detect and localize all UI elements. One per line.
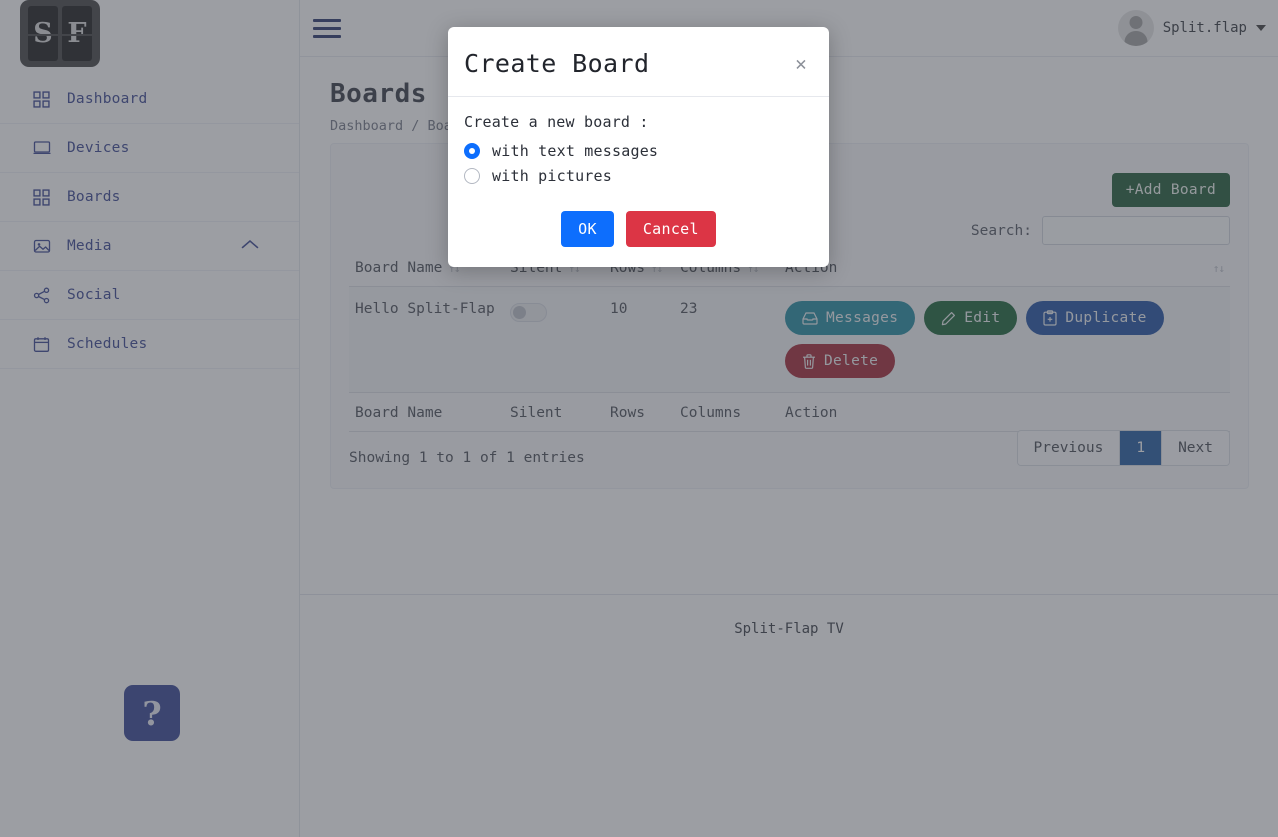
radio-label: with text messages (492, 142, 659, 160)
radio-option-pictures[interactable]: with pictures (464, 167, 813, 185)
close-icon[interactable]: ✕ (790, 53, 812, 75)
radio-label: with pictures (492, 167, 612, 185)
radio-option-text-messages[interactable]: with text messages (464, 142, 813, 160)
cancel-button[interactable]: Cancel (625, 211, 716, 247)
modal-footer: OK Cancel (448, 196, 829, 267)
modal-header: Create Board ✕ (448, 27, 829, 97)
ok-button[interactable]: OK (561, 211, 614, 247)
modal-body: Create a new board : with text messages … (448, 97, 829, 196)
radio-indicator[interactable] (464, 168, 480, 184)
modal-prompt: Create a new board : (464, 113, 649, 131)
modal-title: Create Board (464, 49, 650, 78)
create-board-modal: Create Board ✕ Create a new board : with… (448, 27, 829, 267)
radio-indicator[interactable] (464, 143, 480, 159)
